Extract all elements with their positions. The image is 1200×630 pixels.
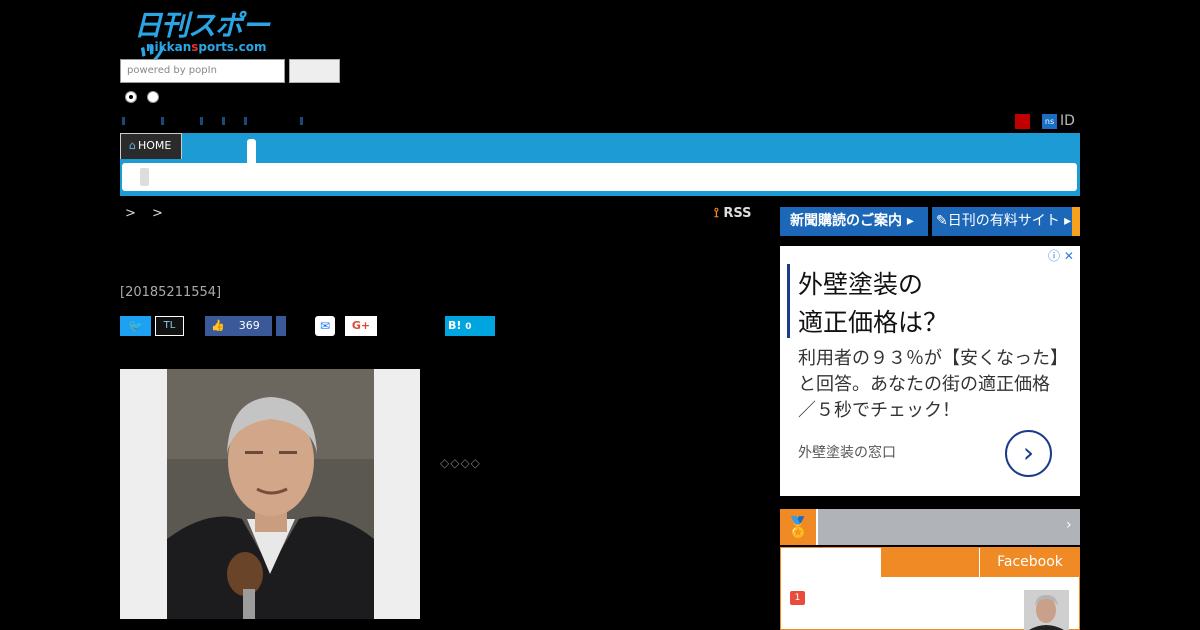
- rss-icon: ⟟: [714, 206, 724, 221]
- sub-nav-bar: [122, 163, 1077, 191]
- google-plus-button[interactable]: G+: [345, 316, 377, 336]
- notification-icon[interactable]: [1015, 114, 1030, 129]
- timeline-button[interactable]: TL: [155, 316, 184, 336]
- article-placeholder-marks: ◇◇◇◇: [440, 456, 481, 470]
- ranking-header[interactable]: [780, 509, 1080, 545]
- thumbs-up-icon: 👍: [211, 319, 225, 332]
- nav-home-tab[interactable]: ⌂ HOME: [120, 133, 182, 159]
- messenger-icon: ✉: [319, 319, 331, 333]
- site-logo-subtext: nikkansports.com: [146, 40, 267, 54]
- hatena-count: 0: [465, 322, 472, 332]
- search-input[interactable]: powered by popIn: [120, 59, 285, 83]
- article-photo[interactable]: [167, 369, 374, 619]
- top-link-marker[interactable]: [200, 117, 203, 125]
- chevron-right-icon[interactable]: ›: [1005, 430, 1052, 477]
- ad-body-text[interactable]: 利用者の９３％が【安くなった】と回答。あなたの街の適正価格／５秒でチェック！: [798, 346, 1060, 424]
- article-timestamp: [20185211554]: [120, 285, 222, 300]
- ranking-thumbnail[interactable]: [1024, 590, 1069, 630]
- top-link-marker[interactable]: [300, 117, 303, 125]
- facebook-like-count: 369: [238, 319, 260, 332]
- site-logo[interactable]: 日刊スポーツ: [134, 10, 286, 74]
- search-scope-radio-site[interactable]: [125, 91, 137, 103]
- ad-headline[interactable]: 外壁塗装の 適正価格は？: [798, 266, 948, 342]
- top-link-marker[interactable]: [222, 117, 225, 125]
- rss-link[interactable]: ⟟ RSS: [714, 206, 752, 221]
- twitter-share-button[interactable]: 🐦: [120, 316, 151, 336]
- ad-accent-bar: [787, 264, 790, 338]
- sub-nav-item[interactable]: [140, 168, 149, 186]
- ranking-tab-facebook[interactable]: Facebook: [980, 547, 1080, 577]
- ranking-number-badge: 1: [790, 591, 805, 605]
- search-scope-radio-web[interactable]: [147, 91, 159, 103]
- breadcrumb: > >: [125, 206, 169, 221]
- nav-tab-indicator: [247, 139, 256, 163]
- ad-source[interactable]: 外壁塗装の窓口: [798, 442, 896, 462]
- paid-site-banner[interactable]: ✎日刊の有料サイト ▸: [932, 207, 1080, 236]
- twitter-icon: 🐦: [128, 319, 143, 333]
- login-id-link[interactable]: ID: [1060, 113, 1075, 129]
- pencil-icon: ✎: [936, 213, 948, 229]
- hatena-bookmark-button[interactable]: B! 0: [445, 316, 495, 336]
- top-link-marker[interactable]: [161, 117, 164, 125]
- facebook-like-button[interactable]: 👍 369: [205, 316, 272, 336]
- top-link-marker[interactable]: [244, 117, 247, 125]
- ranking-tab[interactable]: [881, 547, 979, 577]
- home-icon: ⌂: [129, 139, 136, 152]
- messenger-share-button[interactable]: ✉: [315, 316, 335, 336]
- chevron-right-icon[interactable]: ›: [1066, 517, 1072, 533]
- ranking-medal-icon: 🏅: [780, 509, 818, 545]
- facebook-share-button[interactable]: [276, 316, 286, 336]
- top-link-marker[interactable]: [122, 117, 125, 125]
- ns-icon[interactable]: ns: [1042, 114, 1057, 129]
- search-button[interactable]: [289, 59, 340, 83]
- subscription-banner[interactable]: 新聞購読のご案内 ▸: [780, 207, 928, 236]
- ad-info-icon[interactable]: ⓘ ✕: [1048, 247, 1074, 264]
